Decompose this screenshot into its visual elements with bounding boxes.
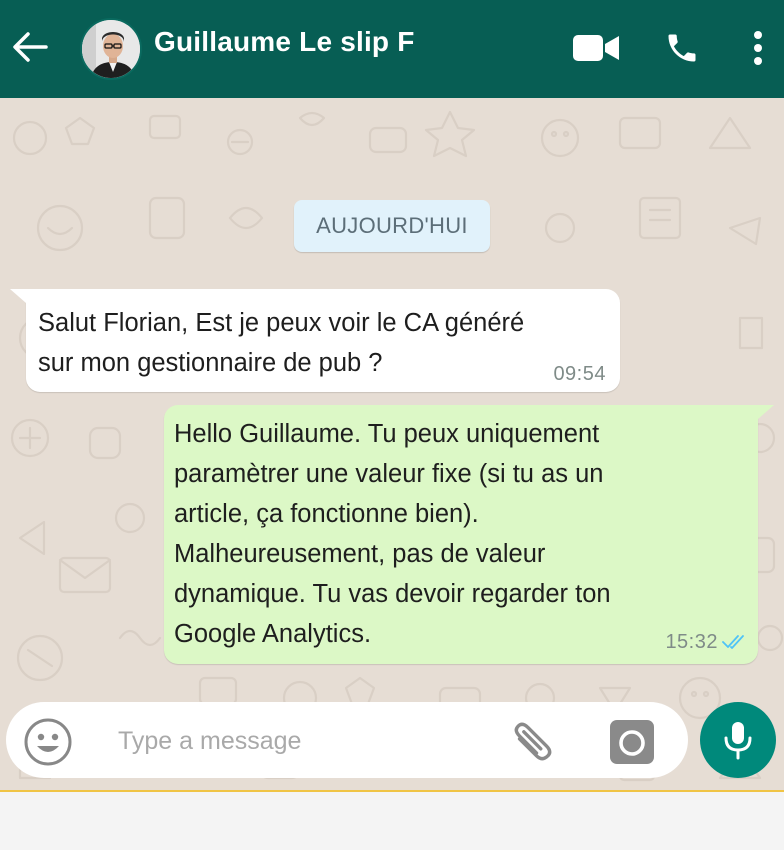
message-composer [6, 702, 688, 778]
voice-call-button[interactable] [658, 26, 706, 70]
arrow-left-icon [13, 32, 48, 62]
message-line: Salut Florian, Est je peux voir le CA gé… [38, 309, 525, 337]
message-time: 09:54 [553, 362, 606, 386]
contact-name[interactable]: Guillaume Le slip F [154, 26, 415, 58]
message-line: Google Analytics. [174, 620, 372, 648]
double-check-read-icon [722, 635, 744, 649]
contact-avatar[interactable] [80, 18, 142, 80]
message-line: sur mon gestionnaire de pub ? [38, 349, 383, 377]
message-timestamp: 15:32 [665, 631, 718, 653]
message-time: 15:32 [665, 630, 748, 654]
message-input[interactable] [118, 720, 498, 762]
camera-icon [610, 720, 654, 764]
incoming-message-bubble[interactable]: Salut Florian, Est je peux voir le CA gé… [10, 289, 620, 392]
paperclip-icon [514, 722, 552, 761]
camera-button[interactable] [604, 714, 660, 770]
message-line: Hello Guillaume. Tu peux uniquement [174, 420, 600, 448]
message-line: dynamique. Tu vas devoir regarder ton [174, 580, 611, 608]
microphone-icon [724, 722, 752, 760]
bottom-bar [0, 790, 784, 850]
kebab-menu-icon [754, 31, 762, 65]
chat-header: Guillaume Le slip F [0, 0, 784, 98]
message-line: Malheureusement, pas de valeur [174, 540, 546, 568]
bubble-tail [10, 289, 26, 303]
voice-message-button[interactable] [700, 702, 776, 778]
attach-button[interactable] [506, 714, 560, 768]
bubble-tail [758, 405, 774, 419]
avatar-photo [82, 20, 140, 78]
back-button[interactable] [8, 25, 52, 69]
smiley-icon [24, 718, 72, 766]
message-line: paramètrer une valeur fixe (si tu as un [174, 460, 604, 488]
emoji-button[interactable] [22, 716, 74, 768]
outgoing-message-bubble[interactable]: Hello Guillaume. Tu peux uniquement para… [164, 405, 774, 664]
chat-area[interactable]: AUJOURD'HUI Salut Florian, Est je peux v… [0, 98, 784, 790]
video-call-button[interactable] [570, 26, 622, 70]
phone-icon [668, 34, 696, 62]
date-chip: AUJOURD'HUI [294, 200, 490, 252]
message-timestamp: 09:54 [553, 363, 606, 385]
more-options-button[interactable] [738, 26, 778, 70]
video-camera-icon [573, 35, 619, 61]
message-line: article, ça fonctionne bien). [174, 500, 479, 528]
